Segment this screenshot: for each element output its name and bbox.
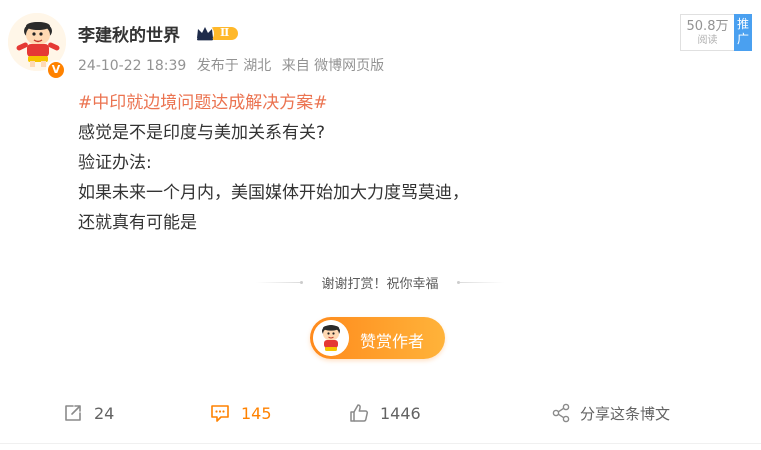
verified-badge: V (46, 60, 66, 80)
promote-button[interactable]: 推广 (734, 14, 752, 51)
reward-author-button[interactable]: 赞赏作者 (310, 317, 445, 359)
reward-thanks-row: 谢谢打赏！祝你幸福 (256, 271, 504, 295)
post-line: 感觉是不是印度与美加关系有关? (78, 123, 326, 143)
comment-icon (211, 405, 229, 422)
username[interactable]: 李建秋的世界 (78, 21, 180, 46)
action-bar: 24 145 1446 分享这条博文 (0, 396, 761, 430)
promote-label: 推广 (736, 17, 749, 46)
views-label: 阅读 (697, 35, 718, 46)
post-line: 验证办法: (78, 153, 152, 173)
comment-count: 145 (241, 403, 272, 423)
vip-level: Ⅱ (220, 26, 230, 39)
like-count: 1446 (380, 403, 421, 423)
divider (256, 282, 300, 283)
verified-mark: V (51, 63, 61, 76)
views-box: 50.8万 阅读 (680, 14, 734, 51)
views-count: 50.8万 (686, 19, 729, 34)
like-button[interactable]: 1446 (348, 396, 421, 430)
hashtag-link[interactable]: #中印就边境问题达成解决方案# (78, 93, 328, 113)
comment-button[interactable]: 145 (209, 396, 272, 430)
post-line: 如果未来一个月内，美国媒体开始加大力度骂莫迪， (78, 183, 469, 203)
divider-dot (300, 281, 303, 284)
crown-icon (196, 24, 238, 43)
post-line: 还就真有可能是 (78, 213, 197, 233)
repost-count: 24 (94, 403, 115, 423)
repost-icon (65, 405, 81, 421)
like-icon (350, 404, 369, 422)
post-datetime[interactable]: 24-10-22 18:39 (78, 58, 186, 74)
weibo-post-card: V 李建秋的世界 Ⅱ 24-10-22 18:39 发布于 湖北 来自 微博网页… (0, 0, 761, 450)
share-icon (552, 403, 570, 423)
share-label: 分享这条博文 (580, 404, 671, 423)
cartoon-boy-avatar-image (313, 320, 349, 356)
reward-thanks-text: 谢谢打赏！祝你幸福 (321, 277, 439, 292)
share-button[interactable]: 分享这条博文 (550, 396, 670, 430)
divider (460, 282, 504, 283)
post-location: 发布于 湖北 (196, 58, 272, 74)
vip-badge[interactable]: Ⅱ (194, 23, 240, 43)
post-body: #中印就边境问题达成解决方案# 感觉是不是印度与美加关系有关? 验证办法: 如果… (78, 88, 469, 238)
post-source: 来自 微博网页版 (281, 58, 385, 74)
reward-author-label: 赞赏作者 (360, 332, 425, 351)
post-meta: 24-10-22 18:39 发布于 湖北 来自 微博网页版 (78, 55, 390, 75)
repost-button[interactable]: 24 (62, 396, 114, 430)
reward-avatar (313, 320, 349, 356)
divider (0, 443, 761, 444)
